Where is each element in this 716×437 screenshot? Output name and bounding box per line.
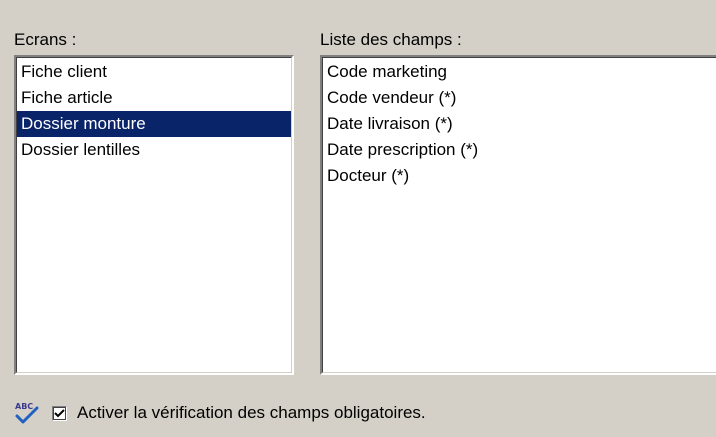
- list-item-dossier-monture[interactable]: Dossier monture: [17, 111, 291, 137]
- checkmark-icon: [54, 408, 65, 417]
- screens-list: Fiche client Fiche article Dossier montu…: [17, 59, 291, 163]
- mandatory-fields-checkbox[interactable]: [52, 405, 67, 421]
- list-item-code-vendeur[interactable]: Code vendeur (*): [323, 85, 716, 111]
- list-item-code-marketing[interactable]: Code marketing: [323, 59, 716, 85]
- screens-label: Ecrans :: [14, 30, 77, 49]
- list-item-fiche-client[interactable]: Fiche client: [17, 59, 291, 85]
- fields-label: Liste des champs :: [320, 30, 462, 49]
- mandatory-fields-label[interactable]: Activer la vérification des champs oblig…: [77, 403, 426, 423]
- list-item-date-livraison[interactable]: Date livraison (*): [323, 111, 716, 137]
- svg-text:ABC: ABC: [15, 402, 33, 411]
- list-item-fiche-article[interactable]: Fiche article: [17, 85, 291, 111]
- screens-listbox[interactable]: Fiche client Fiche article Dossier montu…: [14, 55, 294, 375]
- list-item-docteur[interactable]: Docteur (*): [323, 163, 716, 189]
- list-item-dossier-lentilles[interactable]: Dossier lentilles: [17, 137, 291, 163]
- fields-list: Code marketing Code vendeur (*) Date liv…: [323, 59, 716, 189]
- list-item-date-prescription[interactable]: Date prescription (*): [323, 137, 716, 163]
- fields-listbox[interactable]: Code marketing Code vendeur (*) Date liv…: [320, 55, 716, 375]
- mandatory-check-row: ABC Activer la vérification des champs o…: [14, 398, 426, 428]
- spellcheck-icon: ABC: [14, 400, 40, 426]
